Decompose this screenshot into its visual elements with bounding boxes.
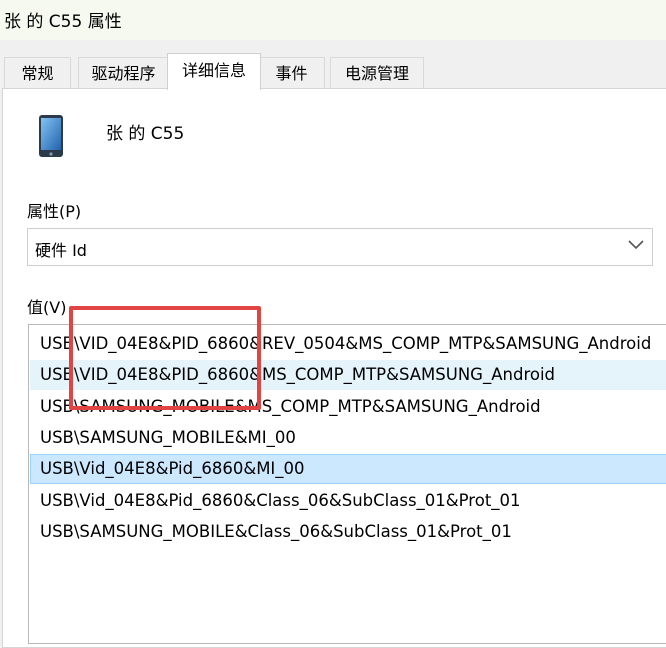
property-dropdown[interactable]: 硬件 Id (27, 228, 653, 266)
property-label: 属性(P) (27, 202, 82, 221)
list-item[interactable]: USB\VID_04E8&PID_6860&REV_0504&MS_COMP_M… (30, 329, 666, 359)
phone-icon (39, 115, 63, 157)
list-item-selected[interactable]: USB\Vid_04E8&Pid_6860&MI_00 (30, 454, 666, 484)
list-item[interactable]: USB\SAMSUNG_MOBILE&Class_06&SubClass_01&… (30, 517, 666, 547)
value-listbox[interactable]: USB\VID_04E8&PID_6860&REV_0504&MS_COMP_M… (28, 324, 666, 644)
list-item-hovered[interactable]: USB\VID_04E8&PID_6860&MS_COMP_MTP&SAMSUN… (30, 360, 666, 390)
list-item[interactable]: USB\Vid_04E8&Pid_6860&Class_06&SubClass_… (30, 486, 666, 516)
chevron-down-icon (628, 240, 644, 250)
list-item[interactable]: USB\SAMSUNG_MOBILE&MI_00 (30, 423, 666, 453)
value-label: 值(V) (27, 298, 67, 317)
tab-events[interactable]: 事件 (258, 57, 325, 89)
tab-strip: 常规 驱动程序 详细信息 事件 电源管理 (0, 53, 666, 90)
list-item[interactable]: USB\SAMSUNG_MOBILE&MS_COMP_MTP&SAMSUNG_A… (30, 392, 666, 422)
tab-general[interactable]: 常规 (4, 57, 71, 89)
device-name: 张 的 C55 (106, 124, 185, 144)
tab-driver[interactable]: 驱动程序 (78, 57, 169, 89)
property-selected-value: 硬件 Id (35, 241, 87, 260)
title-bar: 张 的 C55 属性 (0, 0, 666, 40)
tab-power-management[interactable]: 电源管理 (330, 57, 424, 89)
tab-details[interactable]: 详细信息 (167, 53, 261, 90)
window-title: 张 的 C55 属性 (4, 12, 122, 32)
